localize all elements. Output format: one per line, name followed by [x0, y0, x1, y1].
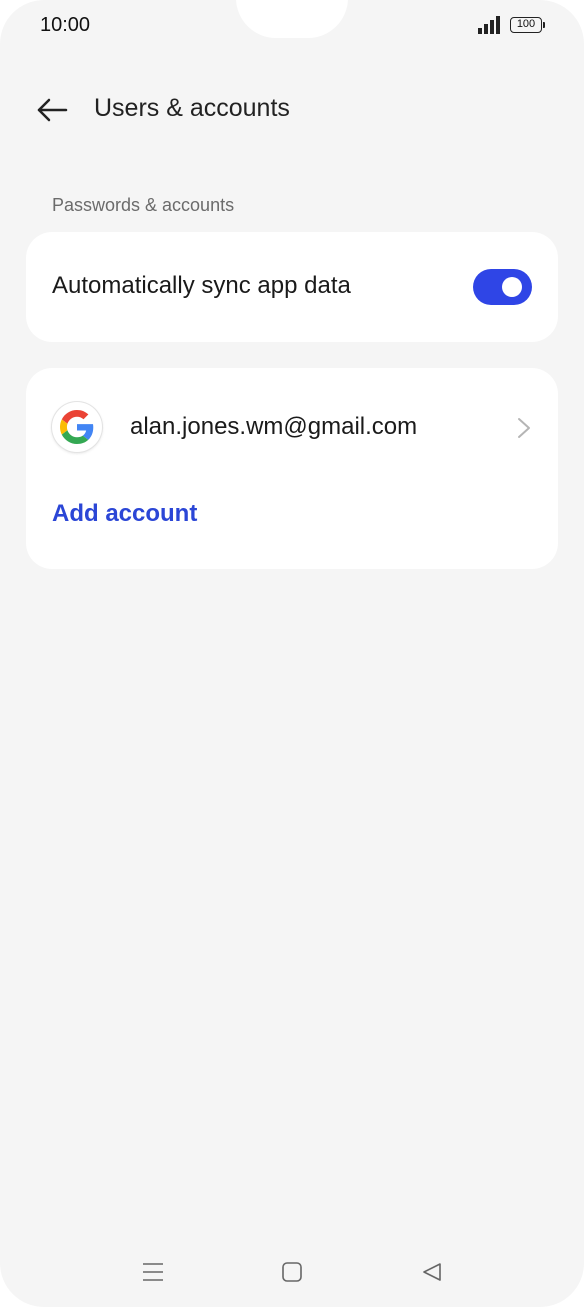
toggle-knob	[502, 277, 522, 297]
status-time: 10:00	[40, 14, 91, 36]
sync-label: Automatically sync app data	[52, 272, 351, 299]
battery-tip	[543, 22, 545, 28]
battery-level: 100	[516, 18, 536, 30]
sync-toggle[interactable]	[473, 269, 532, 305]
home-button[interactable]	[270, 1256, 314, 1288]
chevron-right-icon	[518, 418, 530, 438]
status-bar: 10:00 100	[0, 0, 584, 52]
section-label: Passwords & accounts	[52, 195, 235, 215]
back-triangle-icon	[423, 1263, 441, 1281]
battery-icon: 100	[510, 17, 542, 33]
signal-icon	[478, 16, 500, 34]
sync-card: Automatically sync app data	[26, 232, 558, 342]
page-title: Users & accounts	[94, 94, 290, 122]
app-header: Users & accounts	[0, 80, 584, 140]
back-nav-button[interactable]	[410, 1256, 454, 1288]
accounts-card: alan.jones.wm@gmail.com Add account	[26, 368, 558, 569]
back-button[interactable]	[30, 90, 74, 130]
back-arrow-icon	[37, 98, 68, 122]
google-icon	[52, 402, 102, 452]
account-email: alan.jones.wm@gmail.com	[130, 413, 418, 440]
google-g-icon	[60, 410, 94, 444]
account-item-google[interactable]: alan.jones.wm@gmail.com	[26, 388, 558, 468]
menu-icon	[143, 1263, 163, 1281]
add-account-button[interactable]: Add account	[52, 500, 197, 528]
recent-apps-button[interactable]	[131, 1256, 175, 1288]
navigation-bar	[0, 1240, 584, 1300]
home-square-icon	[282, 1262, 302, 1282]
phone-screen: 10:00 100 Users & accounts Passwords & a…	[0, 0, 584, 1307]
